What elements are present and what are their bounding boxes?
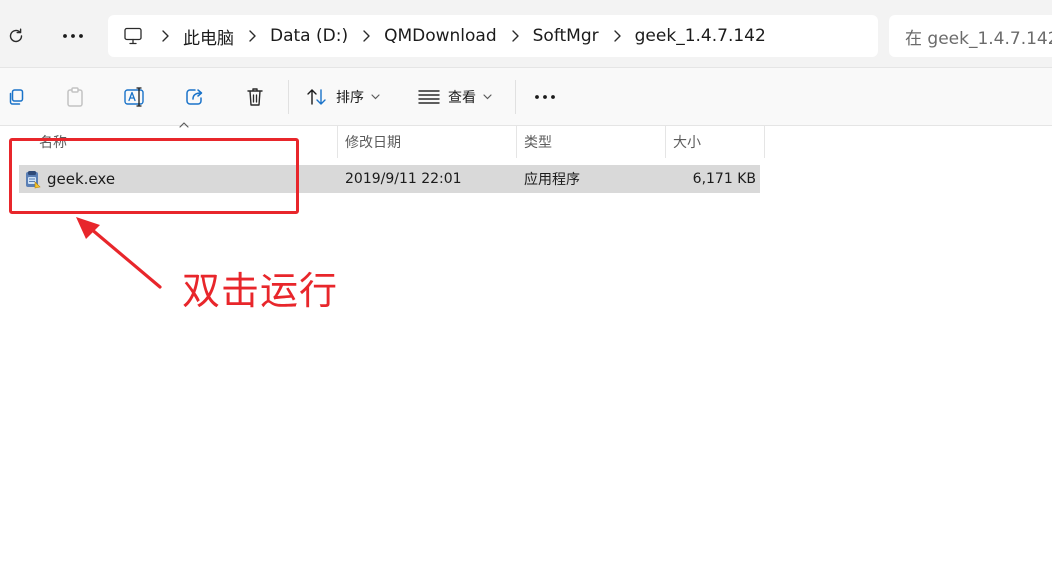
column-divider[interactable] <box>665 126 666 158</box>
share-icon <box>186 89 203 105</box>
file-size: 6,171 KB <box>692 171 756 187</box>
sort-ascending-icon <box>179 122 189 128</box>
copy-button[interactable] <box>0 81 32 113</box>
chevron-right-icon[interactable] <box>352 21 380 51</box>
view-icon <box>418 90 440 104</box>
annotation-arrow-icon <box>76 217 162 289</box>
see-more-button[interactable] <box>529 81 561 113</box>
view-button[interactable]: 查看 <box>418 81 492 113</box>
file-date: 2019/9/11 22:01 <box>345 171 462 187</box>
monitor-icon <box>124 27 142 45</box>
sort-button[interactable]: 排序 <box>306 81 380 113</box>
chevron-right-icon[interactable] <box>238 21 266 51</box>
view-label: 查看 <box>448 90 476 106</box>
paste-button[interactable] <box>59 81 91 113</box>
column-divider[interactable] <box>516 126 517 158</box>
rename-icon <box>124 87 144 107</box>
file-type: 应用程序 <box>524 172 580 188</box>
share-button[interactable] <box>179 81 211 113</box>
copy-icon <box>9 89 24 105</box>
breadcrumb[interactable]: 此电脑 Data (D:) QMDownload SoftMgr geek_1.… <box>108 15 878 57</box>
column-header-type[interactable]: 类型 <box>524 126 552 158</box>
divider <box>288 80 289 114</box>
more-nav-button[interactable] <box>57 20 89 52</box>
breadcrumb-current-folder[interactable]: geek_1.4.7.142 <box>631 26 770 46</box>
column-divider[interactable] <box>764 126 765 158</box>
breadcrumb-drive[interactable]: Data (D:) <box>266 26 352 46</box>
chevron-down-icon <box>483 94 492 100</box>
chevron-right-icon[interactable] <box>501 21 529 51</box>
address-row: 此电脑 Data (D:) QMDownload SoftMgr geek_1.… <box>0 0 1052 68</box>
column-divider[interactable] <box>337 126 338 158</box>
breadcrumb-this-pc[interactable]: 此电脑 <box>179 24 238 49</box>
command-bar: 排序 查看 <box>0 68 1052 126</box>
sort-icon <box>307 89 326 105</box>
file-name: geek.exe <box>47 170 116 188</box>
rename-button[interactable] <box>119 81 151 113</box>
file-row[interactable]: geek.exe 2019/9/11 22:01 应用程序 6,171 KB <box>19 165 760 193</box>
annotation-text: 双击运行 <box>182 269 339 313</box>
search-input[interactable]: 在 geek_1.4.7.142 中 <box>889 15 1052 57</box>
search-placeholder: 在 geek_1.4.7.142 中 <box>905 28 1052 49</box>
sort-label: 排序 <box>336 90 364 106</box>
exe-file-icon <box>26 171 41 189</box>
delete-icon <box>247 88 263 106</box>
refresh-icon <box>9 28 23 43</box>
divider <box>515 80 516 114</box>
breadcrumb-softmgr[interactable]: SoftMgr <box>529 26 603 46</box>
file-explorer-window: 此电脑 Data (D:) QMDownload SoftMgr geek_1.… <box>0 0 1052 580</box>
this-pc-button[interactable] <box>115 18 151 54</box>
chevron-right-icon[interactable] <box>603 21 631 51</box>
chevron-down-icon <box>371 94 380 100</box>
chevron-right-icon[interactable] <box>151 21 179 51</box>
delete-button[interactable] <box>239 81 271 113</box>
column-header-name[interactable]: 名称 <box>39 126 67 158</box>
paste-icon <box>67 87 83 107</box>
breadcrumb-qmdownload[interactable]: QMDownload <box>380 26 501 46</box>
column-header-date[interactable]: 修改日期 <box>345 126 401 158</box>
column-header-size[interactable]: 大小 <box>673 126 701 158</box>
refresh-button[interactable] <box>0 20 32 52</box>
more-icon <box>63 34 83 38</box>
more-icon <box>535 95 555 99</box>
